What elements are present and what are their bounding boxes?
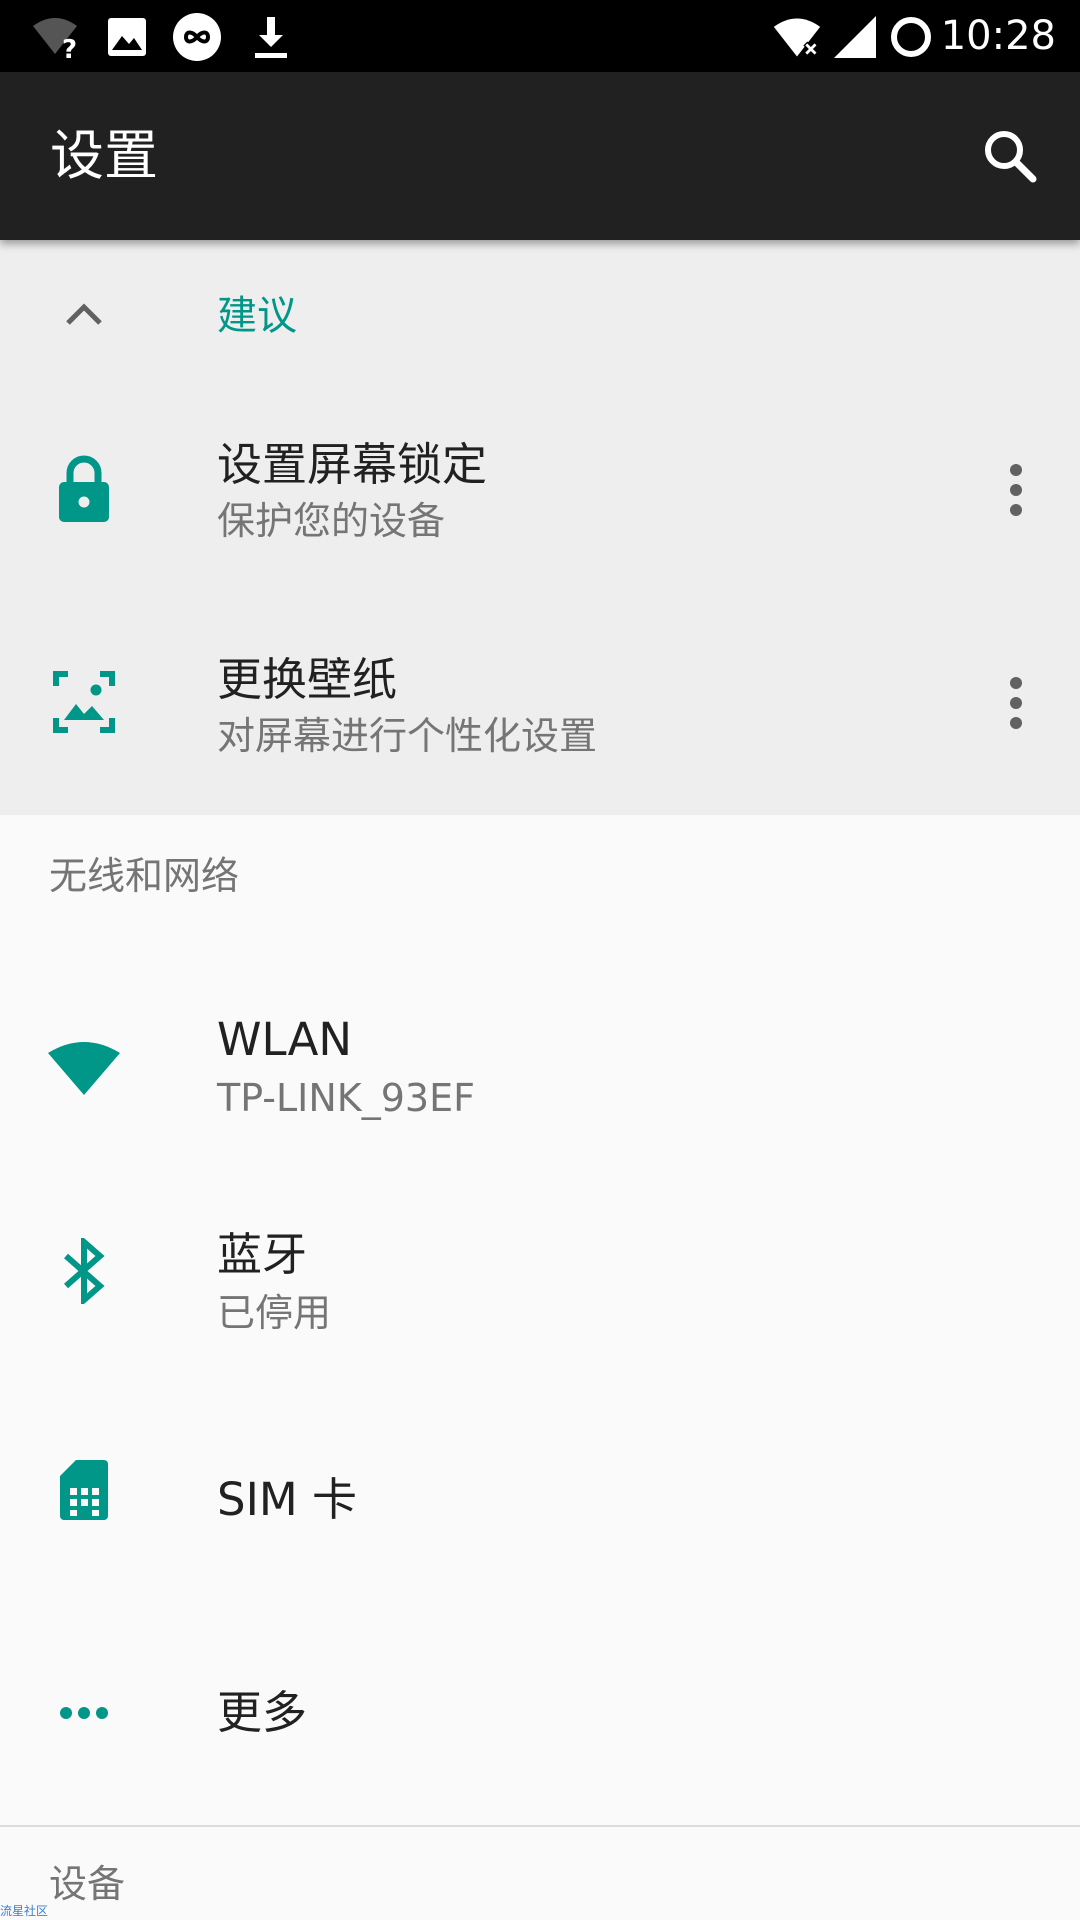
settings-item-more[interactable]: 更多 xyxy=(0,1605,1080,1825)
section-header-wireless: 无线和网络 xyxy=(49,854,240,898)
settings-item-title: SIM 卡 xyxy=(217,1473,357,1526)
overflow-menu-button[interactable] xyxy=(988,442,1044,538)
settings-item-title: 更多 xyxy=(217,1686,308,1739)
suggestion-wallpaper[interactable]: 更换壁纸 对屏幕进行个性化设置 xyxy=(0,610,1080,815)
bluetooth-icon xyxy=(40,1227,128,1315)
more-vert-icon xyxy=(1010,464,1022,516)
settings-item-wlan[interactable]: WLAN TP-LINK_93EF xyxy=(0,960,1080,1175)
image-icon xyxy=(102,12,152,62)
suggestion-subtitle: 保护您的设备 xyxy=(217,499,446,543)
wifi-off-icon xyxy=(772,12,822,62)
sim-card-icon xyxy=(40,1446,128,1534)
suggestions-panel: 建议 设置屏幕锁定 保护您的设备 更换壁纸 对屏幕进行个性化设置 xyxy=(0,240,1080,815)
app-toolbar: 设置 xyxy=(0,72,1080,240)
page-title: 设置 xyxy=(50,124,158,187)
suggestion-title: 更换壁纸 xyxy=(217,653,398,706)
sync-ring-icon xyxy=(886,12,936,62)
svg-text:?: ? xyxy=(62,35,77,62)
section-divider xyxy=(0,1825,1080,1827)
suggestion-subtitle: 对屏幕进行个性化设置 xyxy=(217,714,598,758)
settings-screen: ? 10:28 设置 建议 设置屏幕锁定 保护您的设备 更换壁纸 对屏幕进行个性… xyxy=(0,0,1080,1920)
suggestions-title: 建议 xyxy=(217,293,297,339)
settings-item-title: WLAN xyxy=(217,1013,353,1066)
more-vert-icon xyxy=(1010,677,1022,729)
settings-item-subtitle: TP-LINK_93EF xyxy=(217,1076,475,1120)
chevron-up-icon xyxy=(56,286,112,342)
watermark: 流星社区 xyxy=(0,1904,49,1918)
section-header-device: 设备 xyxy=(49,1862,126,1906)
search-icon xyxy=(985,131,1037,183)
infinity-icon xyxy=(172,12,222,62)
status-time: 10:28 xyxy=(940,13,1056,59)
wifi-question-icon: ? xyxy=(30,12,80,62)
download-icon xyxy=(246,12,296,62)
settings-item-sim[interactable]: SIM 卡 xyxy=(0,1390,1080,1605)
wallpaper-icon xyxy=(40,658,128,746)
status-bar: ? 10:28 xyxy=(0,0,1080,72)
settings-item-title: 蓝牙 xyxy=(217,1228,308,1281)
settings-item-subtitle: 已停用 xyxy=(217,1291,332,1335)
overflow-menu-button[interactable] xyxy=(988,655,1044,751)
suggestion-screen-lock[interactable]: 设置屏幕锁定 保护您的设备 xyxy=(0,395,1080,610)
lock-icon xyxy=(40,445,128,533)
more-horiz-icon xyxy=(40,1669,128,1757)
search-button[interactable] xyxy=(974,120,1046,192)
settings-item-bluetooth[interactable]: 蓝牙 已停用 xyxy=(0,1175,1080,1390)
signal-icon xyxy=(830,12,880,62)
suggestion-title: 设置屏幕锁定 xyxy=(217,438,488,491)
suggestions-header[interactable]: 建议 xyxy=(0,240,1080,395)
wifi-icon xyxy=(40,1024,128,1112)
